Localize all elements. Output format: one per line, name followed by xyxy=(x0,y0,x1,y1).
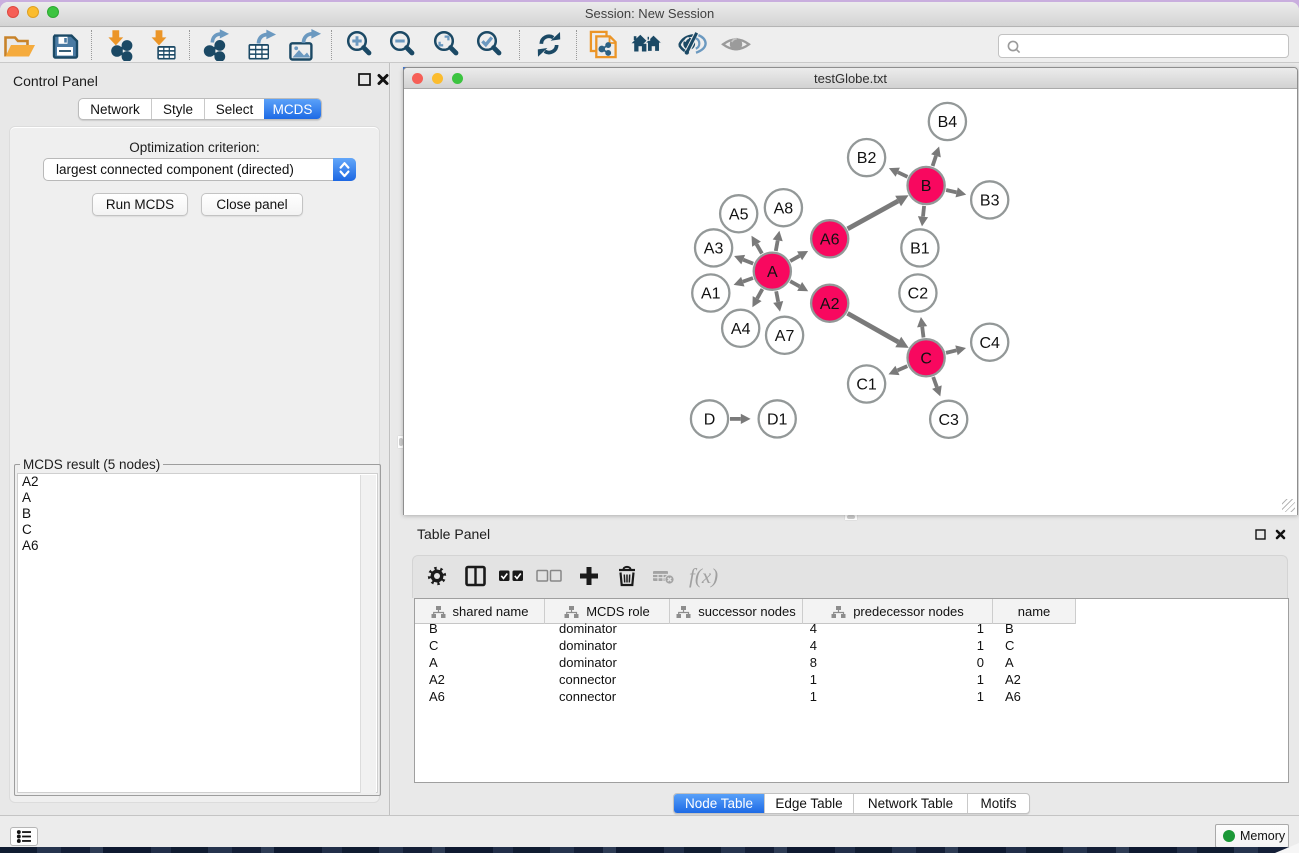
svg-text:A: A xyxy=(767,264,778,281)
svg-text:B2: B2 xyxy=(857,150,877,167)
svg-text:A2: A2 xyxy=(820,296,840,313)
svg-text:A4: A4 xyxy=(731,321,751,338)
svg-text:A5: A5 xyxy=(729,206,749,223)
svg-text:A1: A1 xyxy=(701,286,721,303)
svg-text:B: B xyxy=(921,178,932,195)
svg-text:B4: B4 xyxy=(938,114,958,131)
svg-text:B3: B3 xyxy=(980,193,1000,210)
svg-text:B1: B1 xyxy=(910,241,930,258)
svg-text:C2: C2 xyxy=(908,286,929,303)
svg-text:C1: C1 xyxy=(856,377,877,394)
svg-text:C4: C4 xyxy=(979,335,1000,352)
svg-text:A6: A6 xyxy=(820,231,840,248)
svg-text:C3: C3 xyxy=(938,412,959,429)
svg-text:A8: A8 xyxy=(774,200,794,217)
svg-text:f(x): f(x) xyxy=(689,564,718,588)
svg-text:C: C xyxy=(920,350,932,367)
svg-text:A3: A3 xyxy=(704,241,724,258)
svg-text:A7: A7 xyxy=(775,328,795,345)
svg-text:D: D xyxy=(704,412,716,429)
svg-text:D1: D1 xyxy=(767,412,788,429)
